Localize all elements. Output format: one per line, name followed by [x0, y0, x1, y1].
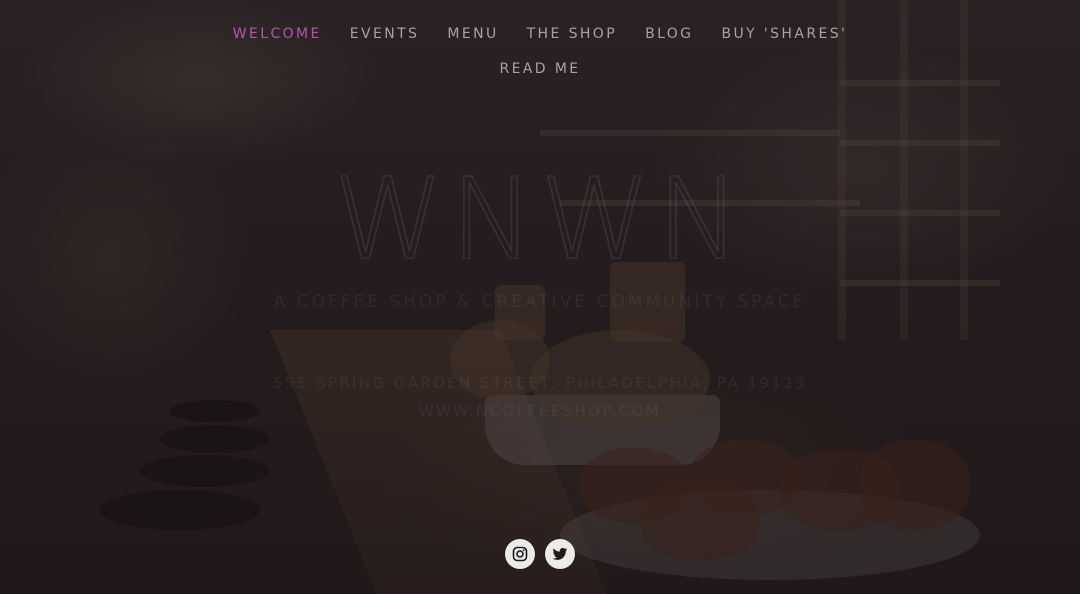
- site-address: 555 SPRING GARDEN STREET, PHILADELPHIA, …: [272, 374, 808, 392]
- nav-row-secondary: READ ME: [0, 42, 1080, 77]
- main-navigation: WELCOME EVENTS MENU THE SHOP BLOG BUY 'S…: [0, 0, 1080, 77]
- nav-item-read-me[interactable]: READ ME: [499, 61, 580, 77]
- instagram-icon: [512, 546, 528, 562]
- logo-text: WNWN: [333, 158, 746, 268]
- nav-item-menu[interactable]: MENU: [447, 26, 498, 42]
- nav-item-welcome[interactable]: WELCOME: [233, 26, 322, 42]
- nav-item-blog[interactable]: BLOG: [645, 26, 693, 42]
- site-tagline: A COFFEE SHOP & CREATIVE COMMUNITY SPACE: [273, 292, 807, 312]
- nav-item-events[interactable]: EVENTS: [350, 26, 420, 42]
- twitter-button[interactable]: [545, 539, 575, 569]
- twitter-icon: [552, 548, 568, 560]
- social-links: [505, 539, 575, 569]
- nav-item-buy-shares[interactable]: BUY 'SHARES': [721, 26, 847, 42]
- nav-item-the-shop[interactable]: THE SHOP: [527, 26, 617, 42]
- site-logo: WNWN: [333, 158, 746, 268]
- site-website[interactable]: WWW.NCOFFEESHOP.COM: [0, 402, 1080, 420]
- nav-row-primary: WELCOME EVENTS MENU THE SHOP BLOG BUY 'S…: [0, 0, 1080, 42]
- instagram-button[interactable]: [505, 539, 535, 569]
